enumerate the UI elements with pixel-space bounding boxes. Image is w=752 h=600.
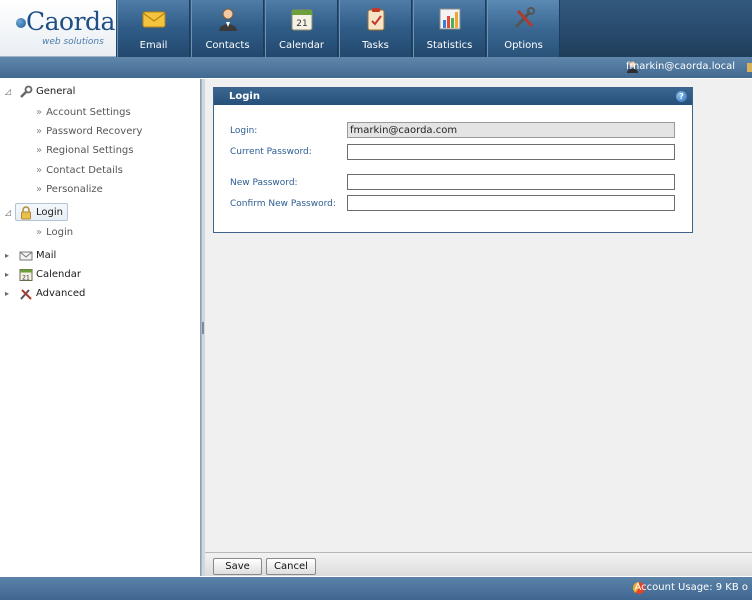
user-bar: fmarkin@caorda.local — [0, 57, 752, 78]
tree-item-login[interactable]: ◿ Login — [0, 204, 200, 222]
sidebar-item-label: Regional Settings — [46, 145, 134, 156]
status-footer: Account Usage: 9 KB o — [0, 577, 752, 600]
wrench-icon — [20, 85, 33, 98]
sidebar-item-label: Account Settings — [46, 107, 131, 118]
tree-label: General — [36, 86, 76, 97]
sidebar-item-account-settings[interactable]: » Account Settings — [36, 107, 131, 123]
sidebar-item-contact-details[interactable]: » Contact Details — [36, 165, 123, 181]
main-nav: Email Contacts 21 Calendar Tasks Statist… — [117, 0, 561, 57]
login-panel: Login ? Login: Current Password: New Pas… — [213, 87, 693, 233]
user-email[interactable]: fmarkin@caorda.local — [626, 61, 735, 72]
envelope-icon — [142, 11, 165, 28]
tab-options[interactable]: Options — [487, 0, 560, 57]
panel-header: Login ? — [214, 88, 692, 105]
collapse-arrow-icon[interactable]: ◿ — [5, 209, 13, 217]
tab-label: Email — [139, 40, 168, 51]
lock-icon — [21, 206, 31, 220]
sidebar-item-label: Contact Details — [46, 165, 123, 176]
panel-title: Login — [229, 91, 260, 102]
options-sidebar: ◿ General » Account Settings » Password Re… — [0, 79, 201, 576]
tree-item-general[interactable]: ◿ General — [0, 83, 200, 101]
sidebar-item-label: Personalize — [46, 184, 103, 195]
brand-logo[interactable]: Caorda web solutions — [0, 0, 116, 57]
account-usage: Account Usage: 9 KB o — [634, 582, 748, 593]
clipboard-icon — [367, 8, 384, 31]
save-button[interactable]: Save — [213, 558, 262, 575]
tab-contacts[interactable]: Contacts — [191, 0, 264, 57]
tab-label: Contacts — [205, 40, 250, 51]
tree-item-mail[interactable]: ▸ Mail — [0, 247, 200, 265]
login-field[interactable] — [347, 122, 675, 138]
lock-icon — [747, 63, 752, 72]
new-password-field[interactable] — [347, 174, 675, 190]
tree-label: Login — [36, 207, 63, 218]
tree-item-calendar[interactable]: ▸ 21 Calendar — [0, 266, 200, 284]
main-content: Login ? Login: Current Password: New Pas… — [205, 79, 752, 552]
tab-email[interactable]: Email — [117, 0, 190, 57]
tab-label: Tasks — [362, 40, 389, 51]
sidebar-item-regional-settings[interactable]: » Regional Settings — [36, 145, 133, 161]
person-icon — [218, 8, 237, 31]
tools-icon — [514, 7, 535, 29]
logo-tagline: web solutions — [42, 37, 104, 47]
logo-name: Caorda — [26, 7, 115, 36]
svg-text:21: 21 — [22, 275, 30, 282]
collapse-arrow-icon[interactable]: ◿ — [5, 88, 13, 96]
action-toolbar: Save Cancel — [205, 552, 752, 576]
current-password-label: Current Password: — [230, 147, 312, 157]
current-password-field[interactable] — [347, 144, 675, 160]
calendar-icon: 21 — [19, 269, 33, 282]
bar-chart-icon — [439, 8, 460, 30]
tab-tasks[interactable]: Tasks — [339, 0, 412, 57]
logo-mark-icon — [16, 18, 26, 28]
tab-calendar[interactable]: 21 Calendar — [265, 0, 338, 57]
sidebar-item-password-recovery[interactable]: » Password Recovery — [36, 126, 142, 142]
tree-label: Mail — [36, 250, 57, 261]
sidebar-item-label: Login — [46, 227, 74, 238]
cancel-button[interactable]: Cancel — [266, 558, 316, 575]
expand-arrow-icon[interactable]: ▸ — [5, 271, 13, 279]
tab-label: Calendar — [279, 40, 324, 51]
sidebar-item-label: Password Recovery — [46, 126, 143, 137]
expand-arrow-icon[interactable]: ▸ — [5, 290, 13, 298]
sidebar-item-login[interactable]: » Login — [36, 227, 73, 243]
tab-label: Options — [504, 40, 543, 51]
confirm-password-field[interactable] — [347, 195, 675, 211]
calendar-icon: 21 — [291, 9, 312, 31]
tools-icon — [20, 289, 32, 300]
tree-label: Advanced — [36, 288, 86, 299]
svg-text:21: 21 — [296, 19, 307, 29]
envelope-icon — [19, 251, 33, 261]
sidebar-item-personalize[interactable]: » Personalize — [36, 184, 103, 200]
app-header: Caorda web solutions Email Contacts 21 C… — [0, 0, 752, 62]
tab-label: Statistics — [426, 40, 473, 51]
login-label: Login: — [230, 126, 258, 136]
help-icon[interactable]: ? — [676, 91, 687, 102]
tab-statistics[interactable]: Statistics — [413, 0, 486, 57]
confirm-password-label: Confirm New Password: — [230, 199, 336, 209]
new-password-label: New Password: — [230, 178, 298, 188]
expand-arrow-icon[interactable]: ▸ — [5, 252, 13, 260]
tree-item-advanced[interactable]: ▸ Advanced — [0, 285, 200, 303]
tree-label: Calendar — [36, 269, 81, 280]
